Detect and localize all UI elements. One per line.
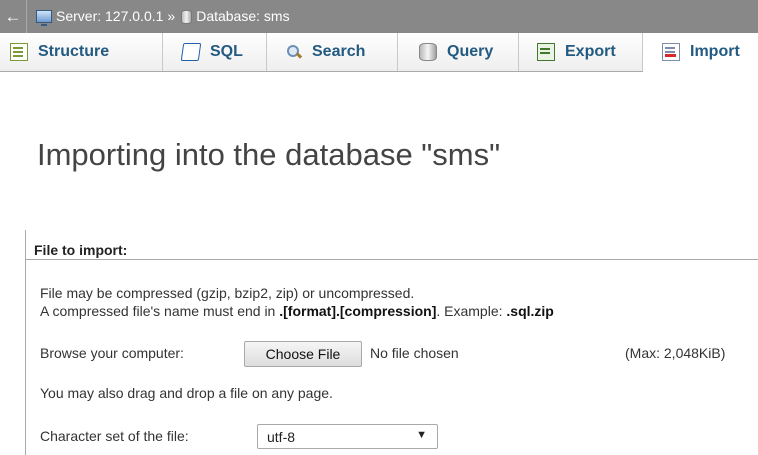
tab-query[interactable]: Query	[398, 33, 519, 71]
max-size: (Max: 2,048KiB)	[625, 345, 726, 361]
charset-label: Character set of the file:	[40, 428, 189, 444]
tab-bar: Structure SQL Search Query Export Import	[0, 33, 758, 72]
drag-drop-note: You may also drag and drop a file on any…	[40, 385, 333, 401]
compression-example: .sql.zip	[506, 303, 554, 319]
fieldset-border	[25, 230, 26, 455]
page-title: Importing into the database "sms"	[37, 137, 501, 172]
tab-export[interactable]: Export	[519, 33, 643, 71]
browse-label: Browse your computer:	[40, 345, 184, 361]
compression-note-mid: . Example:	[436, 303, 507, 319]
tab-structure[interactable]: Structure	[0, 33, 163, 71]
tab-label: SQL	[210, 43, 243, 60]
tab-label: Query	[447, 43, 494, 60]
tab-sql[interactable]: SQL	[163, 33, 267, 71]
tab-search[interactable]: Search	[267, 33, 398, 71]
chevron-down-icon: ▼	[416, 429, 427, 441]
tab-label: Export	[565, 43, 616, 60]
import-icon	[662, 43, 680, 61]
structure-icon	[10, 43, 28, 61]
sql-icon	[180, 43, 202, 61]
no-file-chosen: No file chosen	[370, 345, 459, 361]
compression-note-line1: File may be compressed (gzip, bzip2, zip…	[40, 285, 415, 301]
compression-note-line2: A compressed file's name must end in .[f…	[40, 303, 554, 319]
compression-note-prefix: A compressed file's name must end in	[40, 303, 280, 319]
breadcrumb-server[interactable]: Server: 127.0.0.1	[56, 0, 163, 33]
compression-format: .[format].[compression]	[279, 303, 437, 319]
section-legend: File to import:	[34, 242, 128, 258]
breadcrumb: Server: 127.0.0.1 » Database: sms	[36, 0, 290, 33]
breadcrumb-separator: »	[167, 8, 176, 24]
charset-value: utf-8	[267, 429, 296, 445]
tab-label: Search	[312, 43, 366, 60]
breadcrumb-bar: ← Server: 127.0.0.1 » Database: sms	[0, 0, 758, 33]
choose-file-button[interactable]: Choose File	[244, 341, 362, 367]
tab-import[interactable]: Import	[643, 33, 758, 72]
query-icon	[419, 43, 437, 61]
export-icon	[537, 43, 555, 61]
tab-label: Structure	[38, 43, 110, 60]
back-arrow-icon[interactable]: ←	[0, 0, 27, 33]
charset-select[interactable]: utf-8 ▼	[257, 424, 438, 449]
legend-divider	[26, 259, 758, 260]
server-icon	[36, 10, 52, 26]
breadcrumb-database[interactable]: Database: sms	[196, 0, 289, 33]
search-icon	[286, 44, 302, 60]
tab-label: Import	[690, 43, 740, 60]
database-icon	[181, 9, 193, 24]
